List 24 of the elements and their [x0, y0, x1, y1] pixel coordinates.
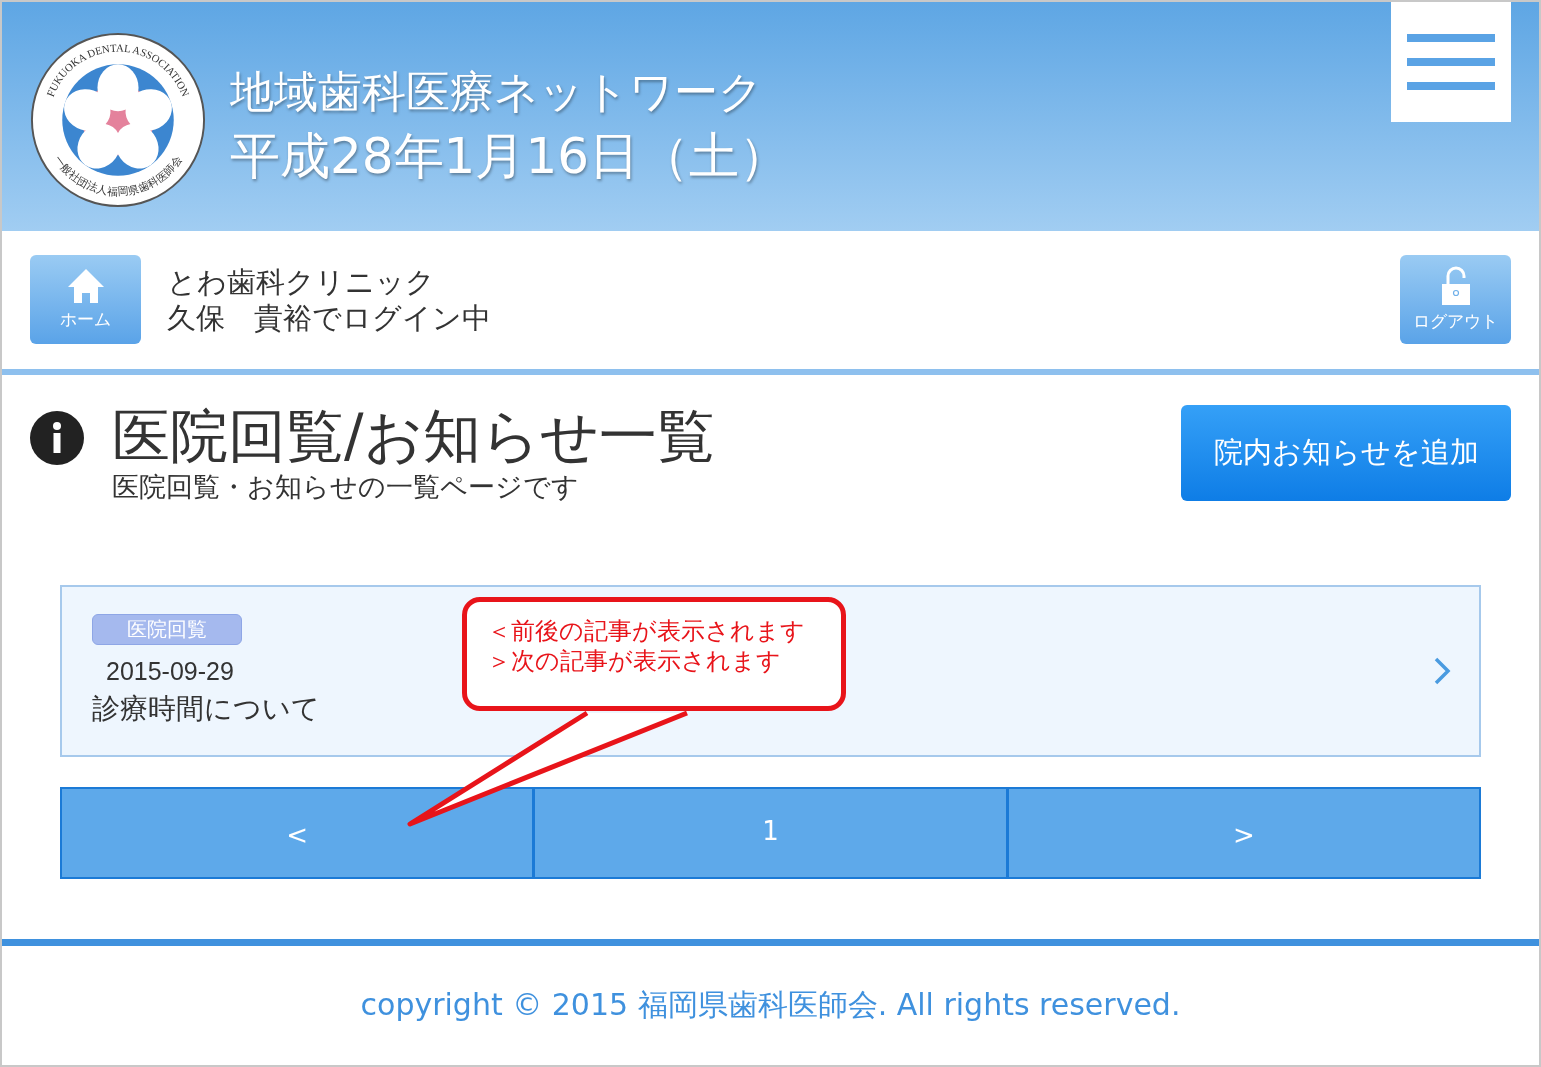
previous-page-button[interactable]: <	[62, 789, 533, 878]
annotation-text: ＞次の記事が表示されます	[487, 646, 782, 677]
page-number-button[interactable]: 1	[535, 789, 1006, 878]
home-icon	[66, 268, 105, 305]
site-title: 地域歯科医療ネットワーク	[230, 65, 764, 119]
info-icon	[30, 411, 84, 466]
next-page-button[interactable]: >	[1008, 789, 1479, 878]
page-subtitle: 医院回覧・お知らせの一覧ページです	[112, 470, 580, 505]
clinic-name: とわ歯科クリニック	[167, 263, 436, 300]
notice-date: 2015-09-29	[106, 657, 234, 687]
current-date: 平成28年1月16日（土）	[230, 126, 790, 187]
notice-title: 診療時間について	[92, 691, 320, 728]
page-title: 医院回覧/お知らせ一覧	[112, 405, 715, 468]
unlocked-padlock-icon	[1439, 266, 1472, 307]
login-status: 久保 貴裕でログイン中	[167, 299, 491, 336]
annotation-text: ＜前後の記事が表示されます	[487, 616, 806, 647]
chevron-right-icon	[1433, 656, 1451, 687]
home-button[interactable]: ホーム	[30, 255, 141, 345]
copyright-text: copyright © 2015 福岡県歯科医師会. All rights reserved.	[360, 986, 1181, 1025]
add-notice-button[interactable]: 院内お知らせを追加	[1181, 405, 1511, 502]
category-tag: 医院回覧	[92, 614, 242, 646]
menu-icon	[1407, 32, 1495, 92]
logout-button[interactable]: ログアウト	[1400, 255, 1511, 345]
menu-button[interactable]	[1391, 2, 1511, 122]
